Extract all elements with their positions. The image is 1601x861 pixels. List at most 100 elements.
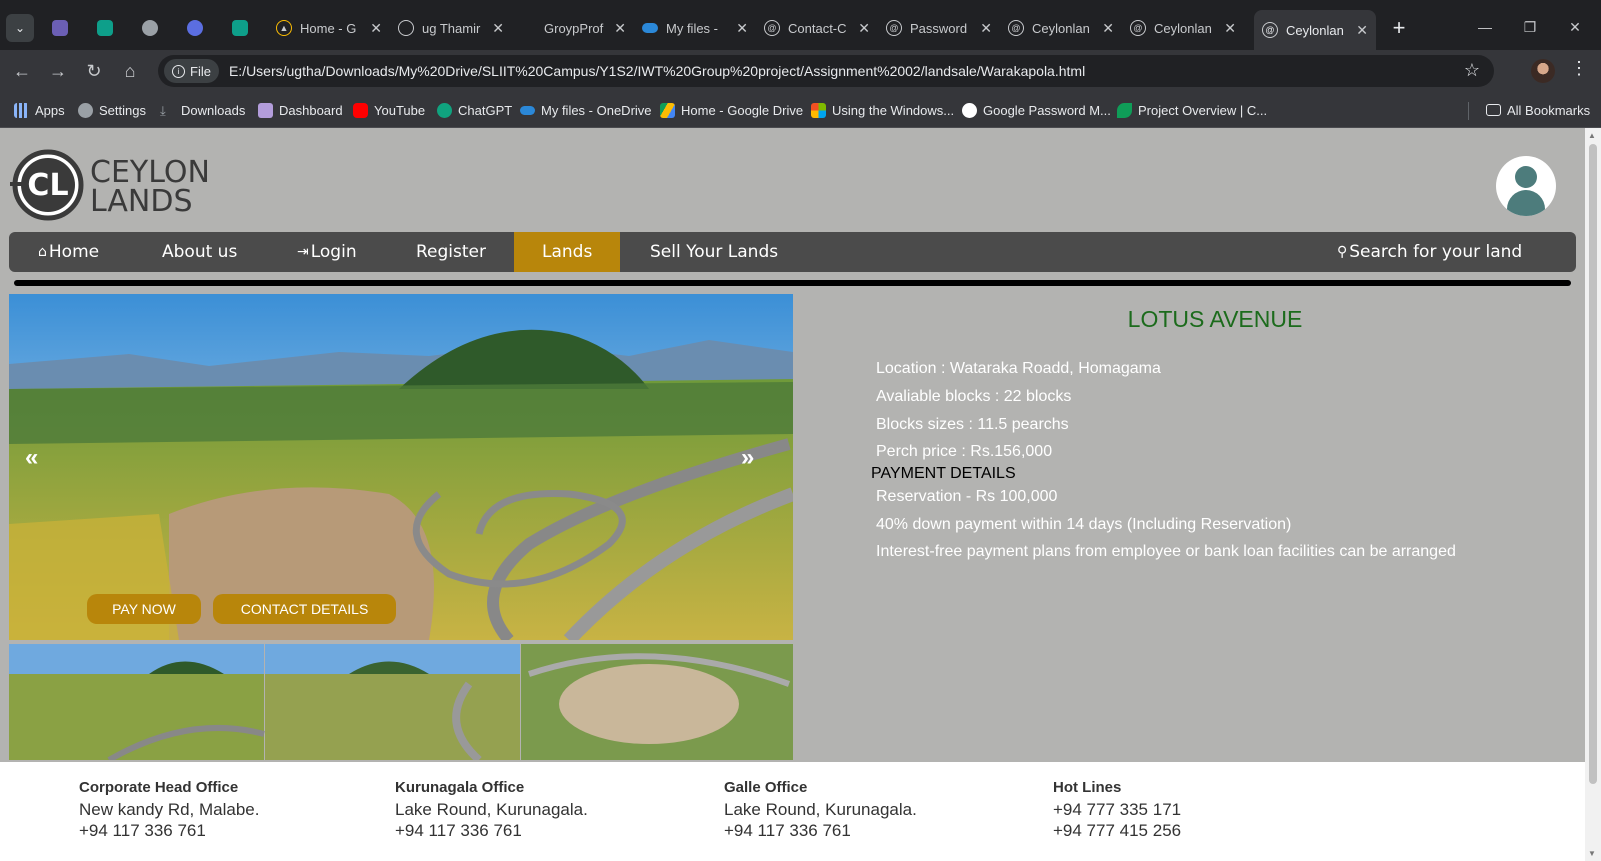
thumbnail-1[interactable] xyxy=(9,644,265,763)
nav-register[interactable]: Register xyxy=(416,232,486,272)
restore-button[interactable]: ❐ xyxy=(1510,12,1550,42)
tab-contact[interactable]: @ Contact-C ✕ xyxy=(756,12,878,44)
contact-details-button[interactable]: CONTACT DETAILS xyxy=(213,594,396,624)
bookmark-password-manager[interactable]: Google Password M... xyxy=(962,100,1111,120)
reservation-amount: Reservation - Rs 100,000 xyxy=(876,488,1058,505)
leaf-icon xyxy=(1117,102,1132,118)
new-tab-button[interactable]: + xyxy=(1385,14,1413,42)
youtube-icon xyxy=(353,102,368,118)
thumbnail-3[interactable] xyxy=(521,644,793,760)
bookmark-apps[interactable]: Apps xyxy=(14,100,65,120)
scroll-up-icon[interactable]: ▲ xyxy=(1588,131,1596,140)
tab-groyp-prof[interactable]: GroypProf ✕ xyxy=(512,12,634,44)
tab-ceylonlands-active[interactable]: @ Ceylonlan ✕ xyxy=(1254,10,1376,50)
bookmark-dashboard[interactable]: Dashboard xyxy=(258,100,343,120)
drive-icon xyxy=(660,102,675,118)
nav-about-us[interactable]: About us xyxy=(162,232,237,272)
slider-next-arrow[interactable]: » xyxy=(741,444,754,472)
thumbnail-strip xyxy=(9,644,793,763)
url-text[interactable]: E:/Users/ugtha/Downloads/My%20Drive/SLII… xyxy=(229,63,1085,79)
thumbnail-2[interactable] xyxy=(265,644,520,763)
nav-sell-your-lands[interactable]: Sell Your Lands xyxy=(650,232,778,272)
pinned-tab-4[interactable] xyxy=(177,14,213,42)
tab-password[interactable]: @ Password ✕ xyxy=(878,12,1000,44)
scroll-down-icon[interactable]: ▼ xyxy=(1588,849,1596,858)
footer-hot-lines: Hot Lines +94 777 335 171 +94 777 415 25… xyxy=(1053,779,1181,841)
tab-home-google-drive[interactable]: ▲ Home - G ✕ xyxy=(268,12,390,44)
close-tab-icon[interactable]: ✕ xyxy=(1224,20,1236,37)
bookmark-youtube[interactable]: YouTube xyxy=(353,100,425,120)
tab-ceylonlands-1[interactable]: @ Ceylonlan ✕ xyxy=(1000,12,1122,44)
payment-details-heading: PAYMENT DETAILS xyxy=(871,465,1016,482)
close-tab-icon[interactable]: ✕ xyxy=(370,20,382,37)
scrollbar-thumb[interactable] xyxy=(1589,144,1597,784)
office-phone[interactable]: +94 117 336 761 xyxy=(79,820,259,841)
browser-menu-icon[interactable]: ⋮ xyxy=(1570,58,1588,79)
close-tab-icon[interactable]: ✕ xyxy=(1356,22,1368,39)
address-bar[interactable]: i File E:/Users/ugtha/Downloads/My%20Driv… xyxy=(158,55,1494,87)
hotline-heading: Hot Lines xyxy=(1053,779,1122,796)
forms-icon xyxy=(232,20,248,36)
bookmark-windows[interactable]: Using the Windows... xyxy=(811,100,954,120)
land-location: Location : Wataraka Roadd, Homagama xyxy=(876,360,1161,377)
bookmark-google-drive[interactable]: Home - Google Drive xyxy=(660,100,803,120)
profile-avatar[interactable] xyxy=(1531,59,1555,83)
site-info-chip[interactable]: i File xyxy=(164,59,219,83)
tab-ceylonlands-2[interactable]: @ Ceylonlan ✕ xyxy=(1122,12,1244,44)
nav-login[interactable]: ⇥ Login xyxy=(297,232,357,272)
close-tab-icon[interactable]: ✕ xyxy=(736,20,748,37)
forward-button[interactable]: → xyxy=(44,57,72,85)
back-button[interactable]: ← xyxy=(8,57,36,85)
hotline-number[interactable]: +94 777 415 256 xyxy=(1053,820,1181,841)
office-phone[interactable]: +94 117 336 761 xyxy=(724,820,917,841)
bookmarks-bar: Apps Settings ⤓ Downloads Dashboard YouTu… xyxy=(0,92,1601,128)
app-icon xyxy=(187,20,203,36)
all-bookmarks[interactable]: All Bookmarks xyxy=(1486,100,1590,120)
bookmark-star-icon[interactable]: ☆ xyxy=(1464,60,1480,81)
home-button[interactable]: ⌂ xyxy=(116,57,144,85)
nav-search[interactable]: ⚲ Search for your land xyxy=(1337,232,1522,272)
pinned-tab-3[interactable] xyxy=(132,14,168,42)
land-image-slider[interactable]: « » xyxy=(9,294,793,640)
page-scrollbar[interactable]: ▲ ▼ xyxy=(1585,128,1601,861)
tab-ug-thamir[interactable]: ug Thamir ✕ xyxy=(390,12,512,44)
bookmark-project-overview[interactable]: Project Overview | C... xyxy=(1117,100,1267,120)
minimize-button[interactable]: — xyxy=(1465,12,1505,42)
tab-search-button[interactable]: ⌄ xyxy=(6,14,34,42)
browser-toolbar: ← → ↻ ⌂ i File E:/Users/ugtha/Downloads/M… xyxy=(0,50,1601,92)
nav-lands[interactable]: Lands xyxy=(514,232,621,272)
bookmark-downloads[interactable]: ⤓ Downloads xyxy=(160,100,245,120)
university-icon xyxy=(52,20,68,36)
globe-icon xyxy=(142,20,158,36)
user-avatar-icon[interactable] xyxy=(1496,156,1556,216)
globe-icon xyxy=(398,20,414,36)
land-block-sizes: Blocks sizes : 11.5 pearchs xyxy=(876,416,1069,433)
dashboard-icon xyxy=(258,102,273,118)
bookmark-onedrive[interactable]: My files - OneDrive xyxy=(520,100,652,120)
reload-button[interactable]: ↻ xyxy=(80,57,108,85)
payment-plans: Interest-free payment plans from employe… xyxy=(876,543,1456,560)
close-tab-icon[interactable]: ✕ xyxy=(614,20,626,37)
close-tab-icon[interactable]: ✕ xyxy=(492,20,504,37)
bookmark-chatgpt[interactable]: ChatGPT xyxy=(437,100,512,120)
hotline-number[interactable]: +94 777 335 171 xyxy=(1053,799,1181,820)
bookmark-settings[interactable]: Settings xyxy=(78,100,146,120)
pay-now-button[interactable]: PAY NOW xyxy=(87,594,201,624)
pinned-tab-1[interactable] xyxy=(42,14,78,42)
footer-office-galle: Galle Office Lake Round, Kurunagala. +94… xyxy=(724,779,917,841)
onedrive-icon xyxy=(520,105,535,115)
site-icon: @ xyxy=(764,20,780,36)
close-tab-icon[interactable]: ✕ xyxy=(980,20,992,37)
nav-home[interactable]: ⌂ Home xyxy=(38,232,99,272)
office-phone[interactable]: +94 117 336 761 xyxy=(395,820,588,841)
close-tab-icon[interactable]: ✕ xyxy=(1102,20,1114,37)
close-tab-icon[interactable]: ✕ xyxy=(858,20,870,37)
site-icon: @ xyxy=(1130,20,1146,36)
microsoft-icon xyxy=(811,102,826,118)
pinned-tab-5[interactable] xyxy=(222,14,258,42)
close-window-button[interactable]: ✕ xyxy=(1555,12,1595,42)
pinned-tab-2[interactable] xyxy=(87,14,123,42)
tab-my-files[interactable]: My files - ✕ xyxy=(634,12,756,44)
slider-prev-arrow[interactable]: « xyxy=(25,444,38,472)
ceylon-lands-logo[interactable]: CL CEYLON LANDS xyxy=(10,149,220,221)
